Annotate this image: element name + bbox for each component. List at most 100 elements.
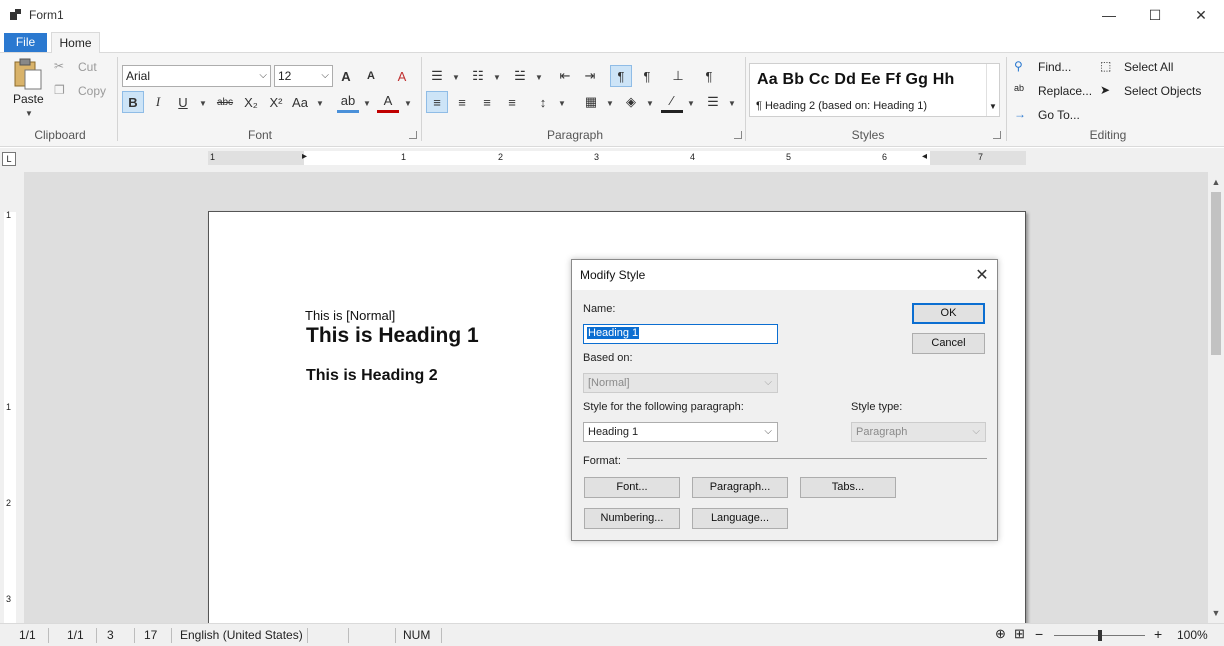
paragraph-dialog-launcher[interactable] xyxy=(734,131,742,139)
cancel-button[interactable]: Cancel xyxy=(912,333,985,354)
maximize-button[interactable]: ☐ xyxy=(1132,0,1178,30)
align-center-icon[interactable]: ≡ xyxy=(451,91,473,113)
vertical-scrollbar[interactable]: ▲ ▼ xyxy=(1208,172,1224,623)
paste-dropdown-arrow[interactable]: ▼ xyxy=(25,109,33,118)
decrease-indent-icon[interactable]: ⇤ xyxy=(554,65,576,87)
styles-dialog-launcher[interactable] xyxy=(993,131,1001,139)
style-type-select[interactable]: Paragraph ⌵ xyxy=(851,422,986,442)
select-all-button[interactable]: ⬚ Select All xyxy=(1100,59,1173,75)
goto-button[interactable]: → Go To... xyxy=(1014,107,1080,123)
zoom-out-button[interactable]: − xyxy=(1035,626,1043,642)
doc-line-heading1[interactable]: This is Heading 1 xyxy=(306,324,479,348)
styles-scroll[interactable]: ▼ xyxy=(986,64,999,116)
grow-font-button[interactable]: A xyxy=(335,65,357,87)
font-family-combo[interactable]: Arial ⌵ xyxy=(122,65,271,87)
replace-button[interactable]: ab Replace... xyxy=(1014,83,1092,99)
zoom-slider[interactable] xyxy=(1054,630,1145,641)
font-color-icon[interactable]: A xyxy=(377,91,399,113)
shading-icon[interactable]: ◈ xyxy=(620,91,642,113)
name-field[interactable]: Heading 1 xyxy=(583,324,778,344)
numbering-dropdown-arrow[interactable]: ▼ xyxy=(493,73,501,82)
line-spacing-dropdown-arrow[interactable]: ▼ xyxy=(558,99,566,108)
fit-width-icon[interactable]: ⊞ xyxy=(1014,626,1025,642)
doc-line-normal[interactable]: This is [Normal] xyxy=(305,308,395,323)
language-button[interactable]: Language... xyxy=(692,508,788,529)
superscript-button[interactable]: X² xyxy=(265,91,287,113)
change-case-dropdown-arrow[interactable]: ▼ xyxy=(316,99,324,108)
tab-file[interactable]: File xyxy=(4,33,47,52)
font-color-dropdown-arrow[interactable]: ▼ xyxy=(404,99,412,108)
sort-icon[interactable]: ⊥ xyxy=(667,65,689,87)
font-size-combo[interactable]: 12 ⌵ xyxy=(274,65,333,87)
multilevel-list-icon[interactable]: ☱ xyxy=(509,65,531,87)
tab-home[interactable]: Home xyxy=(51,32,100,54)
border-style-dropdown-arrow[interactable]: ▼ xyxy=(728,99,736,108)
shrink-font-button[interactable]: A xyxy=(360,65,382,87)
highlight-dropdown-arrow[interactable]: ▼ xyxy=(363,99,371,108)
numbering-button[interactable]: Numbering... xyxy=(584,508,680,529)
group-separator xyxy=(117,57,118,141)
paste-label: Paste xyxy=(13,92,44,106)
show-marks-icon[interactable]: ¶ xyxy=(698,65,720,87)
align-left-icon[interactable]: ≡ xyxy=(426,91,448,113)
fit-page-icon[interactable]: ⊕ xyxy=(995,626,1006,642)
horizontal-ruler[interactable]: 1 1 2 3 4 5 6 7 ▸ ◂ xyxy=(208,151,1026,165)
underline-dropdown-arrow[interactable]: ▼ xyxy=(199,99,207,108)
font-dialog-launcher[interactable] xyxy=(409,131,417,139)
styles-sample: Aa Bb Cc Dd Ee Ff Gg Hh xyxy=(757,71,955,88)
strikethrough-button[interactable]: abc xyxy=(214,91,236,113)
border-style-icon[interactable]: ☰ xyxy=(702,91,724,113)
underline-button[interactable]: U xyxy=(172,91,194,113)
dialog-titlebar[interactable]: Modify Style ✕ xyxy=(572,260,997,290)
tab-stop-selector[interactable]: L xyxy=(2,152,16,166)
bullets-dropdown-arrow[interactable]: ▼ xyxy=(452,73,460,82)
bold-button[interactable]: B xyxy=(122,91,144,113)
name-field-value: Heading 1 xyxy=(587,327,640,339)
border-color-icon[interactable]: ∕ xyxy=(661,91,683,113)
borders-dropdown-arrow[interactable]: ▼ xyxy=(606,99,614,108)
multilevel-dropdown-arrow[interactable]: ▼ xyxy=(535,73,543,82)
highlight-icon[interactable]: ab xyxy=(337,91,359,113)
font-button[interactable]: Font... xyxy=(584,477,680,498)
cut-button[interactable]: ✂ Cut xyxy=(54,59,97,75)
doc-line-heading2[interactable]: This is Heading 2 xyxy=(306,367,438,385)
based-on-select[interactable]: [Normal] ⌵ xyxy=(583,373,778,393)
minimize-button[interactable]: — xyxy=(1086,0,1132,30)
paragraph-button[interactable]: Paragraph... xyxy=(692,477,788,498)
scroll-up-arrow[interactable]: ▲ xyxy=(1208,174,1224,190)
numbering-icon[interactable]: ☷ xyxy=(467,65,489,87)
clear-format-icon[interactable]: A xyxy=(391,65,413,87)
copy-button[interactable]: ❐ Copy xyxy=(54,83,106,99)
increase-indent-icon[interactable]: ⇥ xyxy=(579,65,601,87)
line-spacing-icon[interactable]: ↕ xyxy=(532,91,554,113)
scroll-thumb[interactable] xyxy=(1211,192,1221,355)
tabs-button[interactable]: Tabs... xyxy=(800,477,896,498)
zoom-in-button[interactable]: + xyxy=(1154,626,1162,642)
right-indent-marker[interactable]: ◂ xyxy=(922,151,927,162)
select-objects-button[interactable]: ➤ Select Objects xyxy=(1100,83,1201,99)
bullets-icon[interactable]: ☰ xyxy=(426,65,448,87)
subscript-button[interactable]: X₂ xyxy=(240,91,262,113)
dialog-close-button[interactable]: ✕ xyxy=(971,264,993,286)
justify-icon[interactable]: ≡ xyxy=(501,91,523,113)
vertical-ruler[interactable]: 1 1 2 3 xyxy=(0,172,24,632)
left-to-right-icon[interactable]: ¶ xyxy=(610,65,632,87)
paste-button[interactable]: Paste xyxy=(13,92,44,106)
close-button[interactable]: ✕ xyxy=(1178,0,1224,30)
find-button[interactable]: ⚲ Find... xyxy=(1014,59,1071,75)
following-style-select[interactable]: Heading 1 ⌵ xyxy=(583,422,778,442)
title-bar: Form1 — ☐ ✕ xyxy=(0,0,1224,30)
change-case-button[interactable]: Aa xyxy=(289,91,311,113)
vertical-ruler-strip xyxy=(4,212,16,632)
zoom-slider-thumb[interactable] xyxy=(1098,630,1102,641)
scroll-down-arrow[interactable]: ▼ xyxy=(1208,605,1224,621)
border-color-dropdown-arrow[interactable]: ▼ xyxy=(687,99,695,108)
align-right-icon[interactable]: ≡ xyxy=(476,91,498,113)
ok-button[interactable]: OK xyxy=(912,303,985,324)
first-line-indent-marker[interactable]: ▸ xyxy=(302,151,307,162)
italic-button[interactable]: I xyxy=(147,91,169,113)
shading-dropdown-arrow[interactable]: ▼ xyxy=(646,99,654,108)
right-to-left-icon[interactable]: ¶ xyxy=(636,65,658,87)
borders-icon[interactable]: ▦ xyxy=(580,91,602,113)
styles-gallery[interactable]: Aa Bb Cc Dd Ee Ff Gg Hh ¶ Heading 2 (bas… xyxy=(749,63,1000,117)
